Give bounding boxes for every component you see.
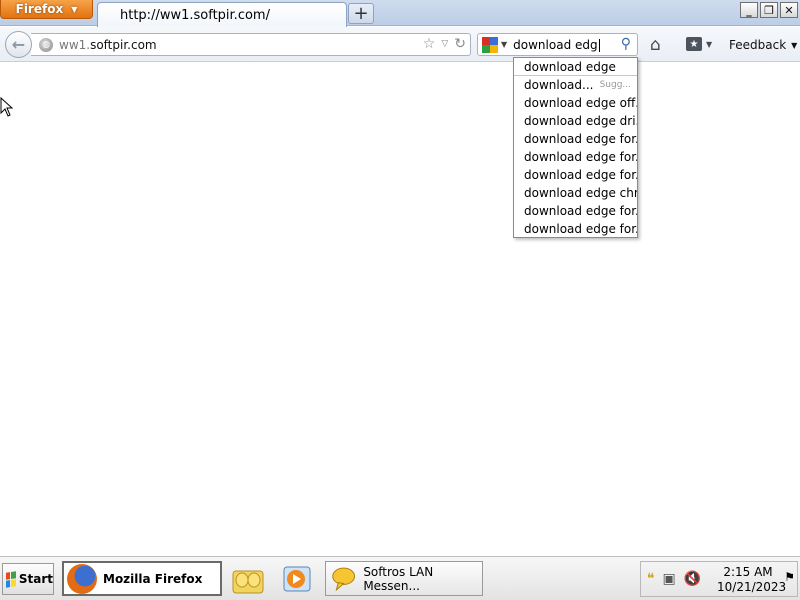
chat-tray-icon[interactable]: ❝ — [647, 571, 655, 587]
network-icon[interactable]: ▣ — [663, 571, 676, 587]
back-button[interactable]: ← — [5, 31, 32, 58]
new-tab-button[interactable]: + — [348, 3, 374, 24]
feedback-button[interactable]: Feedback ▼ — [729, 38, 797, 52]
back-arrow-icon: ← — [11, 35, 26, 54]
firefox-menu-button[interactable]: Firefox ▼ — [0, 0, 93, 19]
minimize-button[interactable]: _ — [740, 2, 758, 18]
tab-title: http://ww1.softpir.com/ — [120, 7, 270, 23]
search-engine-dropdown-icon[interactable]: ▼ — [501, 40, 507, 49]
chat-icon — [332, 567, 356, 591]
chevron-down-icon: ▼ — [71, 4, 78, 14]
dropdown-icon[interactable]: ▽ — [441, 39, 448, 49]
url-host: softpir.com — [90, 37, 157, 52]
search-box[interactable]: ▼ download edg ⚲ — [477, 33, 638, 56]
window-controls: _ ❐ ✕ — [740, 2, 798, 18]
bookmarks-icon: ★ — [686, 37, 702, 51]
system-tray: ❝ ▣ 🔇 2:15 AM 10/21/2023 ⚑ — [640, 561, 798, 597]
search-input[interactable]: download edg — [513, 38, 599, 52]
url-prefix: ww1. — [59, 37, 91, 52]
google-icon[interactable] — [482, 36, 498, 53]
url-bar-icons: ☆ ▽ ↻ — [423, 36, 466, 52]
reload-icon[interactable]: ↻ — [454, 36, 466, 52]
chevron-down-icon: ▼ — [706, 39, 713, 49]
taskbar-item-lan-messenger[interactable]: Softros LAN Messen... — [325, 561, 483, 596]
tab-current[interactable]: http://ww1.softpir.com/ — [97, 2, 347, 27]
windows-logo-icon — [6, 570, 16, 588]
start-label: Start — [18, 572, 53, 586]
show-desktop-icon[interactable]: ⚑ — [784, 570, 795, 584]
firefox-menu-label: Firefox — [15, 2, 64, 16]
restore-button[interactable]: ❐ — [760, 2, 778, 18]
star-icon[interactable]: ☆ — [423, 36, 436, 52]
bookmarks-button[interactable]: ★ ▼ — [686, 37, 712, 51]
firefox-icon — [67, 563, 97, 594]
media-player-icon[interactable] — [282, 565, 312, 593]
volume-muted-icon[interactable]: 🔇 — [684, 571, 701, 587]
feedback-label: Feedback — [729, 38, 787, 52]
clock-time: 2:15 AM — [723, 565, 773, 579]
folder-icon[interactable] — [231, 565, 265, 595]
taskbar-item-firefox[interactable]: Mozilla Firefox — [62, 561, 222, 596]
url-text: ww1.softpir.com — [59, 38, 157, 52]
taskbar-item-label: Mozilla Firefox — [103, 571, 203, 586]
tray-icons: ❝ ▣ 🔇 — [647, 571, 701, 587]
search-icon[interactable]: ⚲ — [621, 36, 631, 52]
browser-titlebar: Firefox ▼ http://ww1.softpir.com/ + _ ❐ … — [0, 0, 800, 27]
page-content[interactable] — [0, 63, 800, 556]
clock-date: 10/21/2023 — [717, 580, 787, 594]
mouse-cursor-icon — [0, 97, 14, 117]
chevron-down-icon: ▼ — [791, 40, 798, 50]
clock[interactable]: 2:15 AM 10/21/2023 — [717, 565, 787, 595]
globe-icon: ◍ — [39, 37, 53, 52]
taskbar-item-label: Softros LAN Messen... — [363, 564, 434, 593]
close-button[interactable]: ✕ — [780, 2, 798, 18]
taskbar: Start Mozilla Firefox Softros LAN Messen… — [0, 556, 800, 600]
home-icon[interactable]: ⌂ — [650, 35, 661, 55]
start-button[interactable]: Start — [2, 563, 54, 595]
navigation-toolbar: ◍ ww1.softpir.com ☆ ▽ ↻ ← ▼ download edg… — [0, 27, 800, 62]
url-bar[interactable]: ◍ ww1.softpir.com ☆ ▽ ↻ — [31, 33, 471, 56]
